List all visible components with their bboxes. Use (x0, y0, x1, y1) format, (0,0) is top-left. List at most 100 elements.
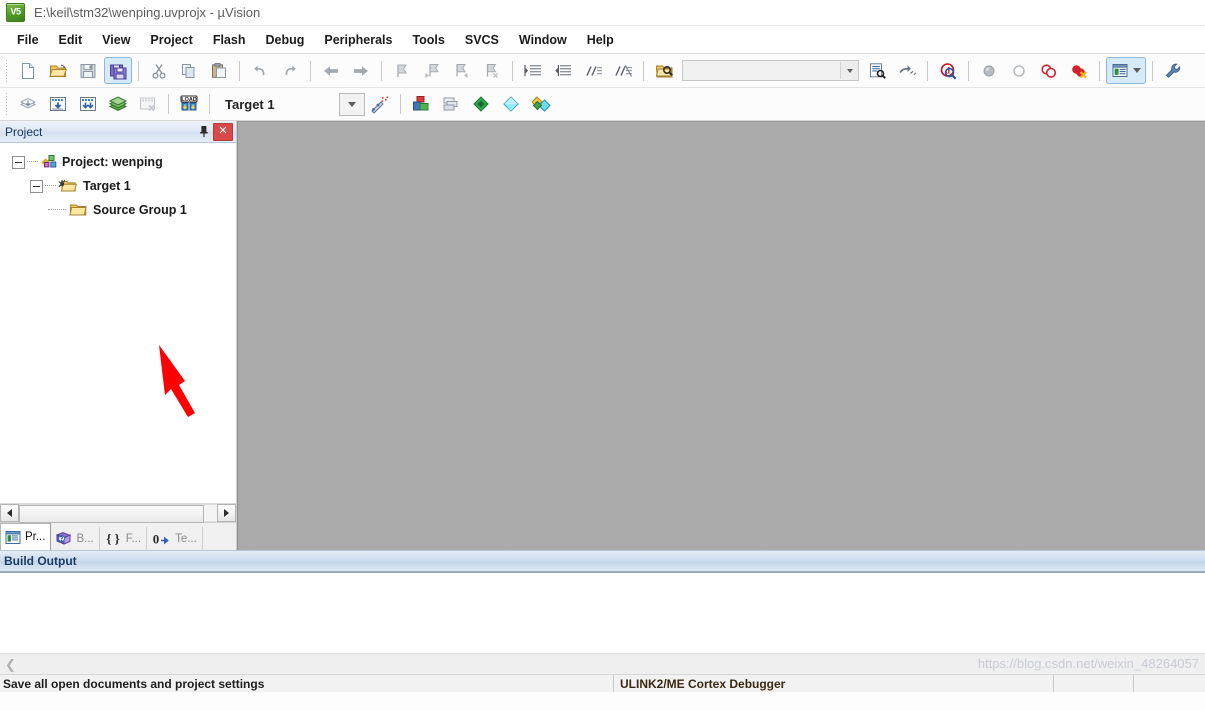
previous-bookmark-button[interactable] (418, 57, 446, 84)
scroll-left-arrow-icon[interactable] (0, 504, 19, 522)
toolbar-separator (1152, 60, 1153, 81)
navigate-back-button[interactable] (317, 57, 345, 84)
file-toolbar: d (0, 54, 1205, 88)
disable-breakpoint-button[interactable] (1005, 57, 1033, 84)
menu-tools[interactable]: Tools (402, 30, 454, 50)
undo-button[interactable] (246, 57, 274, 84)
menu-window[interactable]: Window (509, 30, 577, 50)
comment-button[interactable] (579, 57, 607, 84)
indent-button[interactable] (519, 57, 547, 84)
toolbar-separator (168, 94, 169, 114)
toolbar-separator (399, 94, 401, 114)
functions-tab-icon: { } (106, 531, 120, 546)
uvision-logo-text: V5 (10, 6, 21, 17)
menu-help[interactable]: Help (577, 30, 624, 50)
toolbar-separator (1099, 60, 1100, 81)
toolbar-separator (310, 60, 311, 81)
project-pane-title: Project (5, 124, 43, 139)
menu-debug[interactable]: Debug (255, 30, 314, 50)
target-options-button[interactable] (407, 91, 435, 118)
tree-node-source-group[interactable]: Source Group 1 (6, 198, 236, 222)
expander-icon[interactable] (30, 179, 43, 193)
translate-file-button[interactable] (14, 91, 42, 118)
menu-edit[interactable]: Edit (49, 30, 93, 50)
tab-functions[interactable]: { } F... (100, 527, 148, 550)
scroll-right-arrow-icon[interactable] (217, 504, 236, 522)
search-combo[interactable] (682, 60, 859, 81)
tab-project-label: Pr... (25, 531, 46, 543)
tree-node-project[interactable]: Project: wenping (6, 150, 236, 174)
project-tree[interactable]: Project: wenping Target 1 Source Group 1 (0, 143, 236, 503)
build-output-body[interactable] (0, 573, 1205, 653)
redo-button[interactable] (276, 57, 304, 84)
scroll-thumb[interactable] (19, 505, 204, 523)
toolbar-grip[interactable] (4, 93, 10, 115)
find-button[interactable]: d (934, 57, 962, 84)
uvision-logo-icon: V5 (6, 3, 25, 22)
pack-installer-button[interactable] (467, 91, 495, 118)
tab-functions-label: F... (125, 532, 142, 545)
kill-all-breakpoints-button[interactable] (1065, 57, 1093, 84)
rebuild-all-button[interactable] (74, 91, 102, 118)
tab-books[interactable]: B... (51, 527, 100, 550)
menu-svcs[interactable]: SVCS (455, 30, 509, 50)
new-file-button[interactable] (14, 57, 42, 84)
insert-breakpoint-button[interactable] (975, 57, 1003, 84)
toolbar-separator (927, 60, 928, 81)
build-output-header: Build Output (0, 550, 1205, 573)
copy-button[interactable] (175, 57, 203, 84)
batch-build-button[interactable] (104, 91, 132, 118)
save-all-button[interactable] (104, 57, 132, 84)
menu-flash[interactable]: Flash (203, 30, 256, 50)
menu-view[interactable]: View (92, 30, 140, 50)
project-pane-header: Project ✕ (0, 121, 236, 143)
tab-templates[interactable]: 0 Te... (147, 527, 203, 550)
outdent-button[interactable] (549, 57, 577, 84)
select-software-packs-button[interactable] (527, 91, 555, 118)
toggle-bookmark-button[interactable] (388, 57, 416, 84)
browse-symbols-button[interactable] (863, 57, 891, 84)
toolbar-separator (381, 60, 382, 81)
download-button[interactable]: LOAD (175, 91, 203, 118)
configuration-button[interactable] (1159, 57, 1187, 84)
navigate-forward-button[interactable] (347, 57, 375, 84)
editor-mdi-area[interactable] (237, 121, 1205, 550)
stop-build-button[interactable] (134, 91, 162, 118)
pin-icon[interactable] (195, 123, 212, 140)
tab-project[interactable]: Pr... (0, 523, 52, 550)
open-file-button[interactable] (44, 57, 72, 84)
goto-definition-button[interactable] (893, 57, 921, 84)
disable-all-breakpoints-button[interactable] (1035, 57, 1063, 84)
find-in-files-button[interactable] (650, 57, 678, 84)
folder-icon (69, 204, 87, 216)
paste-button[interactable] (205, 57, 233, 84)
menu-peripherals[interactable]: Peripherals (314, 30, 402, 50)
build-toolbar: LOAD Target 1 (0, 88, 1205, 121)
templates-tab-icon: 0 (153, 532, 169, 546)
manage-run-time-button[interactable] (497, 91, 525, 118)
toolbar-grip[interactable] (4, 59, 10, 82)
manage-project-items-button[interactable] (437, 91, 465, 118)
manage-windows-button[interactable] (1106, 57, 1146, 84)
expander-icon[interactable] (12, 155, 25, 169)
scroll-track[interactable] (19, 504, 217, 523)
project-tree-hscrollbar[interactable] (0, 503, 236, 523)
menu-project[interactable]: Project (140, 30, 202, 50)
menu-file[interactable]: File (7, 30, 49, 50)
save-button[interactable] (74, 57, 102, 84)
chevron-down-icon[interactable] (840, 62, 858, 79)
tree-label-source-group: Source Group 1 (93, 203, 187, 217)
build-target-button[interactable] (44, 91, 72, 118)
uncomment-button[interactable] (609, 57, 637, 84)
tree-node-target[interactable]: Target 1 (6, 174, 236, 198)
target-select[interactable] (338, 92, 365, 116)
clear-bookmarks-button[interactable] (478, 57, 506, 84)
chevron-left-icon[interactable]: ❮ (0, 658, 16, 671)
cut-button[interactable] (145, 57, 173, 84)
status-message: Save all open documents and project sett… (3, 676, 265, 691)
next-bookmark-button[interactable] (448, 57, 476, 84)
options-wizard-button[interactable] (366, 91, 394, 118)
build-output-scrollbar[interactable]: ❮ https://blog.csdn.net/weixin_48264057 (0, 653, 1205, 674)
target-folder-icon (58, 179, 77, 192)
close-icon[interactable]: ✕ (213, 122, 233, 141)
